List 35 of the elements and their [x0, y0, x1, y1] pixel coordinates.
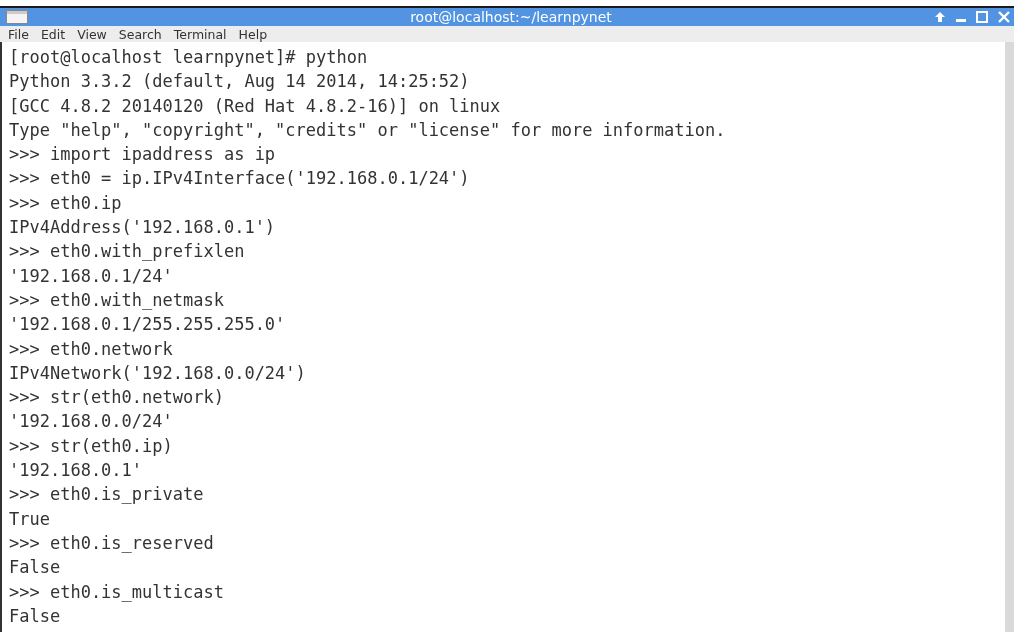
terminal-line: >>> eth0.is_reserved: [9, 531, 214, 555]
terminal-line: >>> eth0.network: [9, 337, 173, 361]
terminal-line: '192.168.0.1': [9, 459, 143, 483]
menu-item[interactable]: Edit: [40, 26, 66, 42]
window-title: root@localhost:~/learnpynet: [409, 9, 613, 25]
terminal-line: Python 3.3.2 (default, Aug 14 2014, 14:25:52): [9, 70, 470, 94]
terminal-line: False: [9, 556, 61, 580]
menu-item[interactable]: File: [8, 26, 29, 42]
terminal-line: False: [9, 604, 61, 628]
arrow-up-icon[interactable]: [934, 11, 946, 23]
terminal-line: >>> eth0.is_multicast: [9, 580, 224, 604]
terminal-line: >>> str(eth0.network): [9, 386, 224, 410]
menu-item[interactable]: Terminal: [173, 26, 227, 42]
maximize-icon[interactable]: [976, 11, 988, 23]
terminal-line: '192.168.0.1/255.255.255.0': [9, 313, 286, 337]
terminal-line: IPv4Address('192.168.0.1'): [9, 216, 276, 240]
window-icon: [6, 10, 28, 24]
terminal-line: >>> eth0.with_netmask: [9, 288, 224, 312]
terminal-line: True: [9, 507, 50, 531]
terminal-line: >>> import ipaddress as ip: [9, 143, 276, 167]
terminal-line: >>> str(eth0.ip): [9, 434, 173, 458]
terminal-line: >>> eth0.is_private: [9, 483, 204, 507]
terminal-line: [root@localhost learnpynet]# python: [9, 46, 368, 69]
terminal-line: >>> eth0 = ip.IPv4Interface('192.168.0.1/24'): [9, 167, 470, 191]
terminal-line: Type "help", "copyright", "credits" or "license" for more information.: [9, 118, 726, 142]
terminal-line: [GCC 4.8.2 20140120 (Red Hat 4.8.2-16)] on linux: [9, 94, 501, 118]
terminal-line: '192.168.0.0/24': [9, 410, 173, 434]
terminal-line: IPv4Network('192.168.0.0/24'): [9, 361, 306, 385]
close-icon[interactable]: [998, 11, 1010, 23]
terminal-line: '192.168.0.1/24': [9, 264, 173, 288]
menu-item[interactable]: Help: [238, 26, 268, 42]
terminal-line: >>> eth0.ip: [9, 191, 122, 215]
menu-item[interactable]: View: [77, 26, 107, 42]
terminal-line: >>> eth0.with_prefixlen: [9, 240, 245, 264]
menu-item[interactable]: Search: [118, 26, 162, 42]
